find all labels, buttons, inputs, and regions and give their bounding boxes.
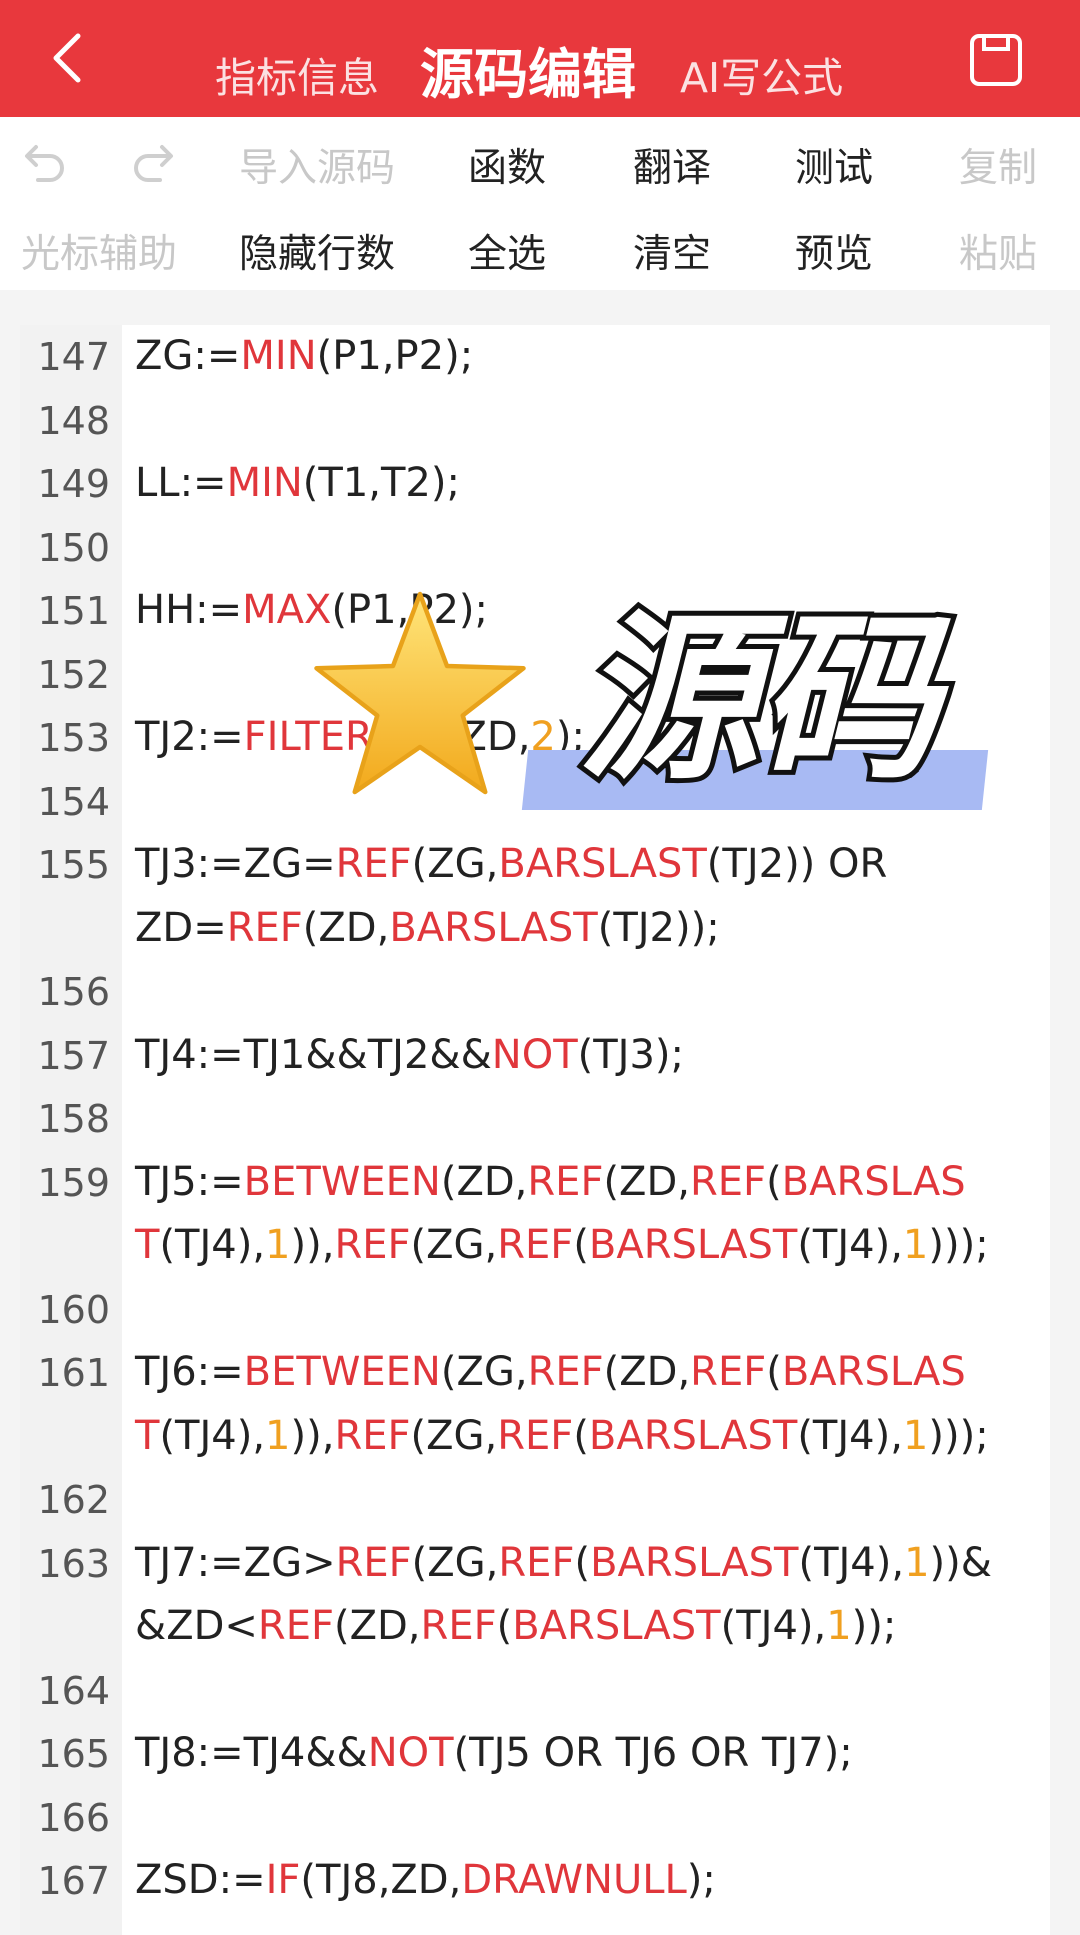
tab-indicator-info[interactable]: 指标信息 bbox=[215, 44, 379, 104]
line-number: 157 bbox=[37, 1033, 110, 1078]
line-number: 162 bbox=[37, 1478, 110, 1522]
copy-button[interactable]: 复制 bbox=[959, 137, 1037, 193]
code-line[interactable]: 162 bbox=[20, 1468, 1050, 1531]
paste-button[interactable]: 粘贴 bbox=[959, 223, 1037, 279]
code-editor[interactable]: 147 ZG:=MIN(P1,P2); 148 149 LL:=MIN(T1,T2); 1… bbox=[20, 325, 1050, 1935]
code-text[interactable]: TJ7:=ZG>REF(ZG,REF(BARSLAST(TJ4),1))& bbox=[135, 1540, 992, 1586]
import-source-button[interactable]: 导入源码 bbox=[239, 137, 395, 193]
line-number: 164 bbox=[37, 1668, 110, 1713]
undo-button[interactable] bbox=[22, 137, 68, 187]
line-number: 167 bbox=[37, 1859, 110, 1903]
line-number: 165 bbox=[37, 1732, 110, 1776]
tab-source-edit[interactable]: 源码编辑 bbox=[420, 30, 636, 109]
line-number: 163 bbox=[37, 1541, 110, 1586]
code-text[interactable]: T(TJ4),1)),REF(ZG,REF(BARSLAST(TJ4),1)))… bbox=[135, 1222, 989, 1268]
title-bar: 指标信息 源码编辑 AI写公式 bbox=[0, 0, 1080, 117]
code-text[interactable]: TJ8:=TJ4&&NOT(TJ5 OR TJ6 OR TJ7); bbox=[135, 1730, 853, 1776]
editor-toolbar: 导入源码 函数 翻译 测试 复制 光标辅助 隐藏行数 全选 清空 预览 粘贴 bbox=[0, 117, 1080, 290]
line-number: 149 bbox=[37, 462, 110, 506]
save-icon bbox=[970, 34, 1022, 86]
code-line[interactable]: ZD=REF(ZD,BARSLAST(TJ2)); bbox=[20, 897, 1050, 960]
translate-button[interactable]: 翻译 bbox=[633, 137, 711, 193]
code-text[interactable]: ZD=REF(ZD,BARSLAST(TJ2)); bbox=[135, 905, 720, 951]
line-number: 150 bbox=[37, 525, 110, 570]
code-text[interactable]: TJ6:=BETWEEN(ZG,REF(ZD,REF(BARSLAS bbox=[135, 1349, 966, 1395]
code-line[interactable]: T(TJ4),1)),REF(ZG,REF(BARSLAST(TJ4),1)))… bbox=[20, 1214, 1050, 1277]
code-line[interactable]: 167 ZSD:=IF(TJ8,ZD,DRAWNULL); bbox=[20, 1849, 1050, 1912]
code-line[interactable]: 158 bbox=[20, 1087, 1050, 1150]
preview-button[interactable]: 预览 bbox=[795, 223, 873, 279]
line-number: 159 bbox=[37, 1160, 110, 1205]
caption-source-code: 源码 bbox=[573, 595, 943, 804]
line-number: 152 bbox=[37, 652, 110, 697]
back-button[interactable] bbox=[40, 28, 100, 88]
line-number: 158 bbox=[37, 1097, 110, 1141]
code-line[interactable]: 155 TJ3:=ZG=REF(ZG,BARSLAST(TJ2)) OR bbox=[20, 833, 1050, 896]
code-text[interactable]: TJ3:=ZG=REF(ZG,BARSLAST(TJ2)) OR bbox=[135, 841, 887, 887]
functions-button[interactable]: 函数 bbox=[468, 137, 546, 193]
code-line[interactable]: 156 bbox=[20, 960, 1050, 1023]
clear-button[interactable]: 清空 bbox=[633, 223, 711, 279]
code-line[interactable]: 166 bbox=[20, 1786, 1050, 1849]
redo-icon bbox=[134, 145, 173, 182]
select-all-button[interactable]: 全选 bbox=[468, 223, 546, 279]
code-text[interactable]: T(TJ4),1)),REF(ZG,REF(BARSLAST(TJ4),1)))… bbox=[135, 1413, 989, 1459]
line-number: 148 bbox=[37, 398, 110, 443]
line-number: 161 bbox=[37, 1351, 110, 1395]
code-text[interactable]: LL:=MIN(T1,T2); bbox=[135, 460, 460, 506]
line-number: 151 bbox=[37, 589, 110, 633]
code-line[interactable]: 160 bbox=[20, 1278, 1050, 1341]
code-line[interactable]: 164 bbox=[20, 1659, 1050, 1722]
line-number: 160 bbox=[37, 1287, 110, 1332]
code-text[interactable]: ZG:=MIN(P1,P2); bbox=[135, 333, 473, 379]
code-line[interactable]: 148 bbox=[20, 389, 1050, 452]
code-line[interactable]: 165 TJ8:=TJ4&&NOT(TJ5 OR TJ6 OR TJ7); bbox=[20, 1722, 1050, 1785]
test-button[interactable]: 测试 bbox=[795, 137, 873, 193]
code-text[interactable]: TJ5:=BETWEEN(ZD,REF(ZD,REF(BARSLAS bbox=[135, 1159, 966, 1205]
line-number: 155 bbox=[37, 843, 110, 887]
code-line[interactable]: 157 TJ4:=TJ1&&TJ2&&NOT(TJ3); bbox=[20, 1024, 1050, 1087]
code-text[interactable]: &ZD<REF(ZD,REF(BARSLAST(TJ4),1)); bbox=[135, 1603, 896, 1649]
line-number: 166 bbox=[37, 1795, 110, 1840]
code-line[interactable]: 149 LL:=MIN(T1,T2); bbox=[20, 452, 1050, 515]
hide-line-numbers-button[interactable]: 隐藏行数 bbox=[239, 223, 395, 279]
code-line[interactable]: 163 TJ7:=ZG>REF(ZG,REF(BARSLAST(TJ4),1))& bbox=[20, 1532, 1050, 1595]
line-number: 154 bbox=[37, 779, 110, 824]
code-line[interactable]: 161 TJ6:=BETWEEN(ZG,REF(ZD,REF(BARSLAS bbox=[20, 1341, 1050, 1404]
line-number: 147 bbox=[37, 335, 110, 379]
code-line[interactable]: 159 TJ5:=BETWEEN(ZD,REF(ZD,REF(BARSLAS bbox=[20, 1151, 1050, 1214]
code-line[interactable]: 147 ZG:=MIN(P1,P2); bbox=[20, 325, 1050, 388]
code-text[interactable]: ZSD:=IF(TJ8,ZD,DRAWNULL); bbox=[135, 1857, 716, 1903]
line-number: 156 bbox=[37, 970, 110, 1014]
chevron-left-icon bbox=[53, 33, 81, 83]
undo-icon bbox=[25, 145, 64, 182]
code-line[interactable]: 150 bbox=[20, 516, 1050, 579]
redo-button[interactable] bbox=[130, 137, 176, 187]
save-button[interactable] bbox=[968, 32, 1024, 88]
cursor-assist-button[interactable]: 光标辅助 bbox=[21, 223, 177, 279]
tab-ai-formula[interactable]: AI写公式 bbox=[680, 44, 843, 104]
star-icon bbox=[314, 591, 526, 795]
code-line[interactable]: T(TJ4),1)),REF(ZG,REF(BARSLAST(TJ4),1)))… bbox=[20, 1405, 1050, 1468]
code-text[interactable]: TJ4:=TJ1&&TJ2&&NOT(TJ3); bbox=[135, 1032, 684, 1078]
line-number: 153 bbox=[37, 716, 110, 760]
code-line[interactable]: &ZD<REF(ZD,REF(BARSLAST(TJ4),1)); bbox=[20, 1595, 1050, 1658]
